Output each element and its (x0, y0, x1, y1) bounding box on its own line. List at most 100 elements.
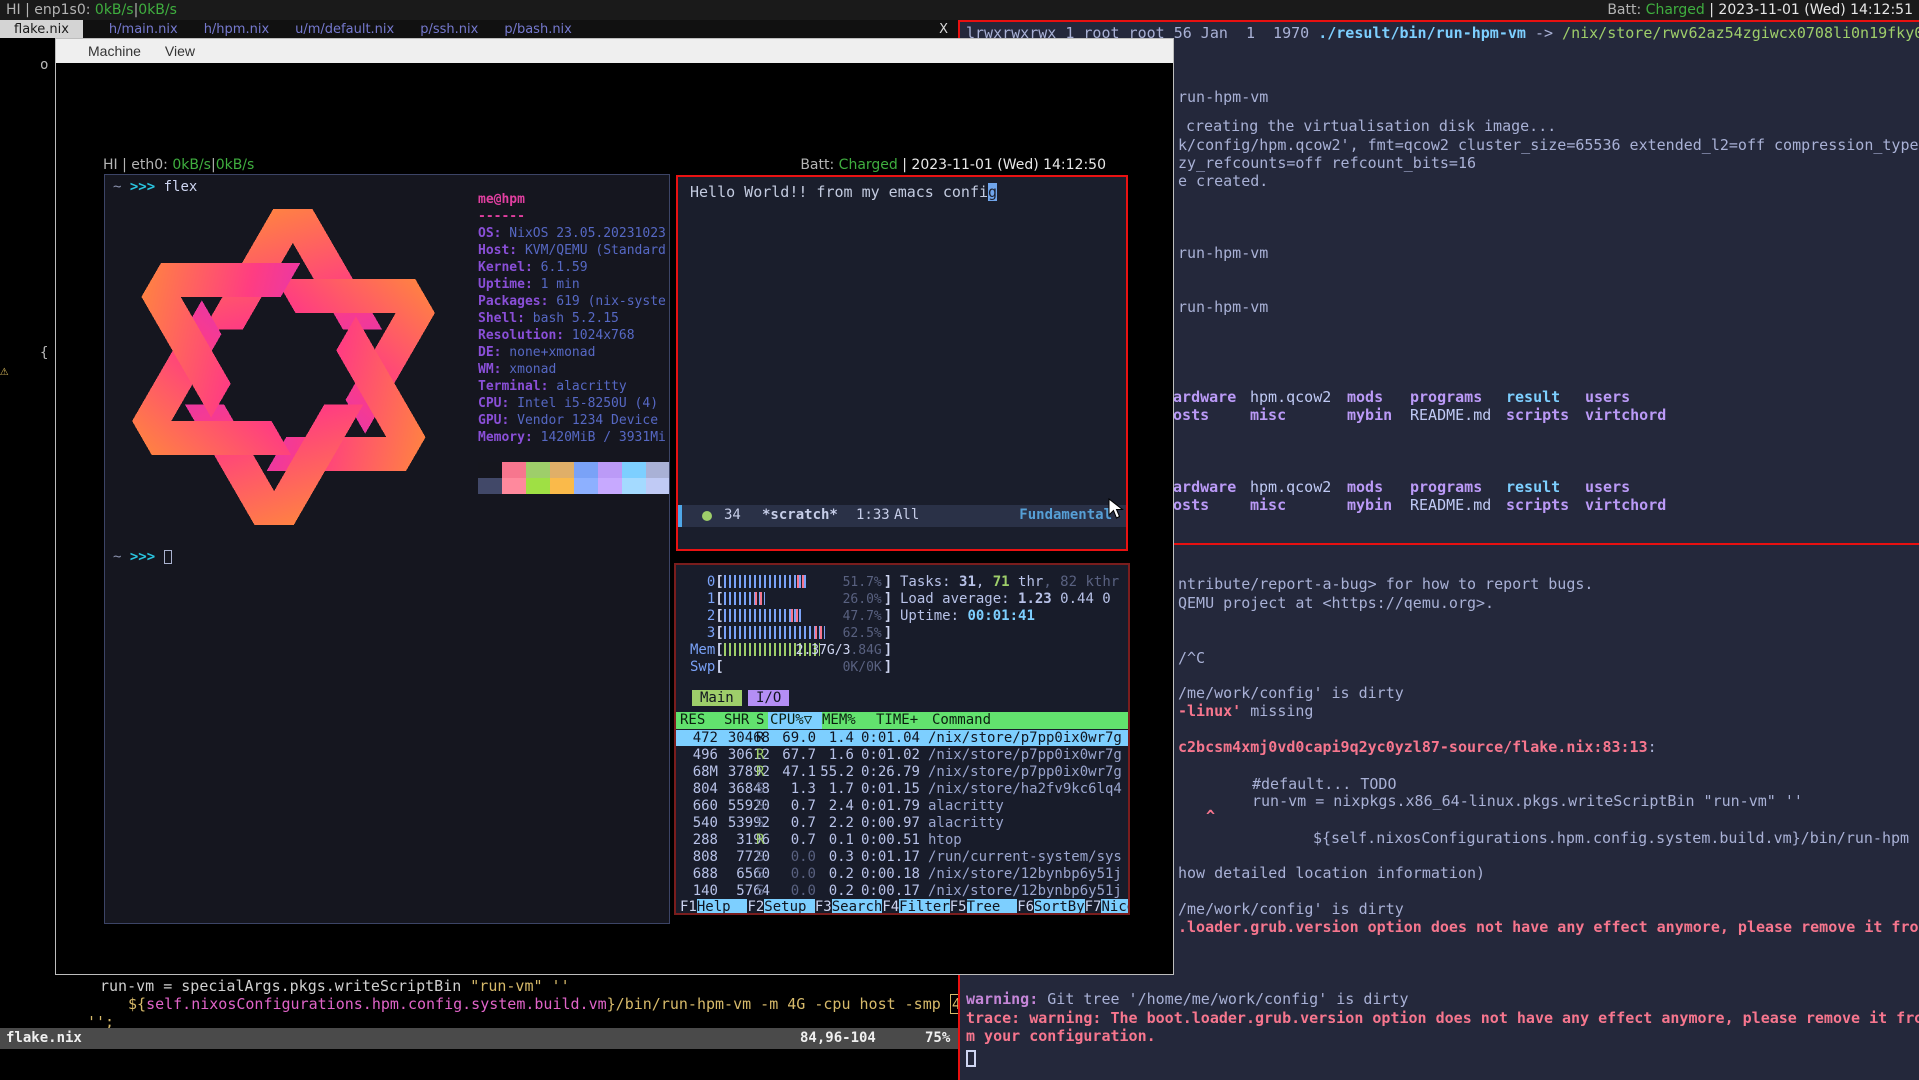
dir-scripts: scripts (1506, 406, 1569, 424)
col-cpu[interactable]: CPU%▽ (770, 712, 812, 728)
process-row[interactable]: 2883196R0.70.10:00.51htop (676, 832, 1128, 848)
neofetch-shell: Shell: bash 5.2.15 (478, 311, 619, 326)
shell-prompt-2[interactable]: ~ >>> (113, 549, 172, 565)
fkey-sortby[interactable]: SortBy (1034, 899, 1085, 915)
menu-machine[interactable]: Machine (76, 43, 153, 59)
mem-meter: Mem[2.37G/3.84G] (690, 642, 892, 658)
emacs-modeline: 34 *scratch* 1:33 All Fundamental (678, 505, 1126, 527)
palette-swatch (550, 478, 574, 494)
tmux-pane-border-top (958, 20, 1919, 22)
neofetch-host: Host: KVM/QEMU (Standard (478, 243, 666, 258)
fkey-f2[interactable]: F2 (747, 899, 764, 915)
code-text: run-vm = specialArgs.pkgs.writeScriptBin (100, 977, 470, 995)
error-token: -linux' (1178, 702, 1241, 720)
terminal-line: ${self.nixosConfigurations.hpm.config.sy… (1313, 829, 1909, 847)
terminal-line: e created. (1178, 172, 1268, 190)
fkey-f4[interactable]: F4 (882, 899, 899, 915)
tab-default-nix[interactable]: u/m/default.nix (295, 22, 394, 37)
process-row[interactable]: 54053992S0.72.20:00.97alacritty (676, 815, 1128, 831)
fkey-search[interactable]: Search (832, 899, 883, 915)
host-status-bar: HI | enp1s0: 0kB/s|0kB/s Batt: Charged |… (0, 0, 1919, 20)
col-command[interactable]: Command (932, 712, 991, 728)
process-row[interactable]: 1405764S0.00.20:00.17/nix/store/12bynbp6… (676, 883, 1128, 899)
warning-line: warning: Git tree '/home/me/work/config'… (966, 990, 1409, 1008)
emacs-window[interactable]: Hello World!! from my emacs config 34 *s… (676, 175, 1128, 551)
qemu-window[interactable]: Machine View HI | eth0: 0kB/s|0kB/s Batt… (55, 38, 1174, 975)
terminal-line: c2bcsm4xmj0vd0capi9q2yc0yzl87-source/fla… (1178, 738, 1657, 756)
tab-bash-nix[interactable]: p/bash.nix (504, 22, 572, 37)
col-shr[interactable]: SHR (724, 712, 749, 728)
tab-main-nix[interactable]: h/main.nix (109, 22, 178, 37)
neofetch-terminal: Terminal: alacritty (478, 379, 627, 394)
fkey-setup[interactable]: Setup (764, 899, 815, 915)
palette-swatch (646, 478, 670, 494)
neofetch-user-host: me@hpm (478, 192, 525, 207)
htop-tab-main[interactable]: Main (692, 690, 742, 706)
fkey-f7[interactable]: F7 (1085, 899, 1102, 915)
col-mem[interactable]: MEM% (822, 712, 856, 728)
editor-tab-bar: flake.nix h/main.nix h/hpm.nix u/m/defau… (0, 20, 958, 38)
dir-mybin: mybin (1347, 406, 1392, 424)
process-row[interactable]: 66055920S0.72.40:01.79alacritty (676, 798, 1128, 814)
process-row[interactable]: 6886560S0.00.20:00.18/nix/store/12bynbp6… (676, 866, 1128, 882)
editor-fragment-brace: { (40, 345, 48, 361)
htop-tab-io[interactable]: I/O (748, 690, 789, 706)
cpu-meter-1: 1[26.0%] (690, 591, 892, 607)
fkey-tree[interactable]: Tree (967, 899, 1018, 915)
neofetch-gpu: GPU: Vendor 1234 Device (478, 413, 658, 428)
col-res[interactable]: RES (680, 712, 705, 728)
ls-target: /nix/store/rwv62az54zgiwcx0708li0n19fky0 (1562, 24, 1919, 42)
col-time[interactable]: TIME+ (876, 712, 918, 728)
terminal-cursor[interactable] (966, 1050, 976, 1067)
dir-misc: misc (1250, 406, 1286, 424)
file-hpm-qcow2: hpm.qcow2 (1250, 388, 1331, 406)
terminal-line: /me/work/config' is dirty (1178, 900, 1404, 918)
terminal-line: run-hpm-vm (1178, 244, 1268, 262)
htop-window[interactable]: 0[51.7%] 1[26.0%] 2[47.7%] 3[62.5%] Mem[… (674, 563, 1130, 915)
neofetch-resolution: Resolution: 1024x768 (478, 328, 635, 343)
terminal-line: -linux' missing (1178, 702, 1313, 720)
fkey-filter[interactable]: Filter (899, 899, 950, 915)
neofetch-memory: Memory: 1420MiB / 3931Mi (478, 430, 666, 445)
neofetch-de: DE: none+xmonad (478, 345, 595, 360)
menu-view[interactable]: View (153, 43, 207, 59)
editor-code-line1: run-vm = specialArgs.pkgs.writeScriptBin… (100, 977, 570, 995)
process-row[interactable]: 80436848S1.31.70:01.15/nix/store/ha2fv9k… (676, 781, 1128, 797)
vm-display[interactable]: HI | eth0: 0kB/s|0kB/s Batt: Charged | 2… (56, 63, 1173, 974)
swap-meter: Swp[0K/0K] (690, 659, 892, 675)
htop-tasks: Tasks: 31, 71 thr, 82 kthr (900, 574, 1119, 590)
fkey-nice[interactable]: Nice (1101, 899, 1130, 915)
process-row[interactable]: 8087720S0.00.30:01.17/run/current-system… (676, 849, 1128, 865)
fkey-f1[interactable]: F1 (680, 899, 697, 915)
terminal-line: QEMU project at <https://qemu.org>. (1178, 594, 1494, 612)
process-row[interactable]: 49630612R67.71.60:01.02/nix/store/p7pp0i… (676, 747, 1128, 763)
col-s[interactable]: S (756, 712, 764, 728)
htop-uptime: Uptime: 00:01:41 (900, 608, 1035, 624)
modeline-position: 1:33 (856, 507, 890, 523)
close-icon[interactable]: X (939, 22, 948, 37)
tab-flake-nix[interactable]: flake.nix (0, 20, 83, 38)
modeline-status-dot (702, 511, 712, 521)
qemu-menu-bar: Machine View (56, 39, 1173, 63)
vm-terminal-window[interactable]: ~ >>> flex (104, 174, 670, 924)
tab-ssh-nix[interactable]: p/ssh.nix (420, 22, 478, 37)
neofetch-uptime: Uptime: 1 min (478, 277, 580, 292)
host-datetime: | 2023-11-01 (Wed) 14:12:51 (1705, 2, 1913, 18)
error-caret: ^ (1206, 807, 1215, 825)
dir-mods: mods (1347, 478, 1383, 496)
fkey-f3[interactable]: F3 (815, 899, 832, 915)
shell-command: flex (164, 179, 198, 195)
vm-network-status: HI | eth0: 0kB/s|0kB/s (103, 157, 254, 175)
fkey-f5[interactable]: F5 (950, 899, 967, 915)
warning-icon: ⚠ (0, 363, 8, 379)
fkey-help[interactable]: Help (697, 899, 748, 915)
tab-hpm-nix[interactable]: h/hpm.nix (204, 22, 269, 37)
process-row[interactable]: 68M37892R47.155.20:26.79/nix/store/p7pp0… (676, 764, 1128, 780)
process-row-selected[interactable]: 47230468R69.01.40:01.04/nix/store/p7pp0i… (676, 730, 1128, 746)
cpu-meter-0: 0[51.7%] (690, 574, 892, 590)
dir-users: users (1585, 388, 1630, 406)
code-interp-open: ${ (128, 995, 146, 1013)
fkey-f6[interactable]: F6 (1017, 899, 1034, 915)
htop-header-row[interactable]: RES SHR S CPU%▽ MEM% TIME+ Command (676, 712, 1128, 729)
host-batt-status: Charged (1646, 2, 1705, 18)
